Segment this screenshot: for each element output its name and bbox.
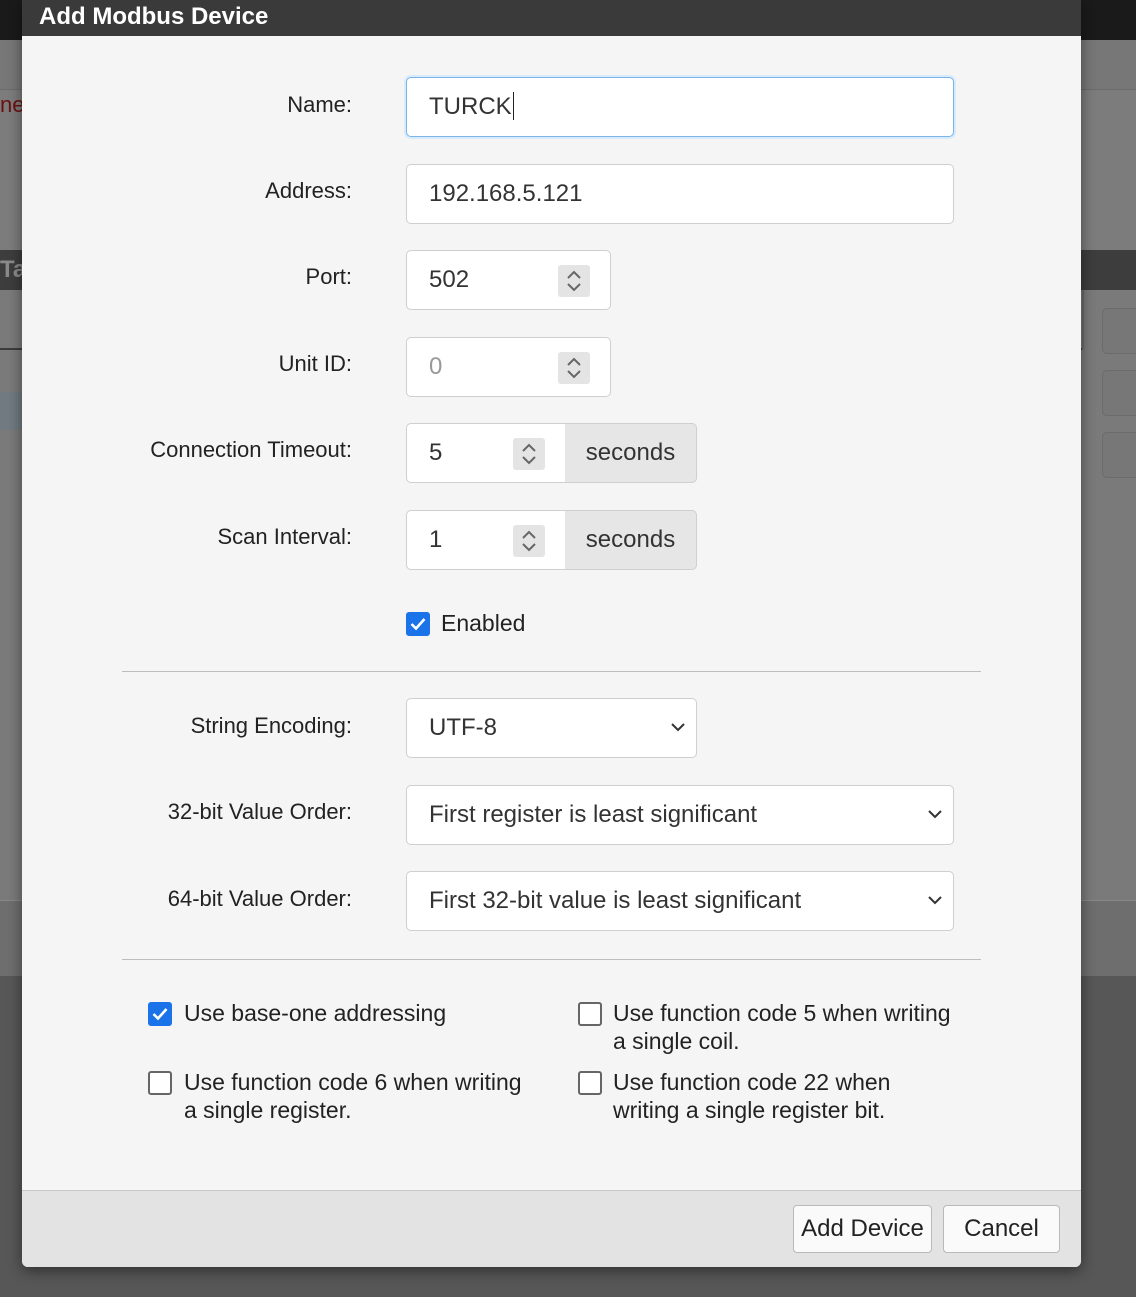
background-alert-text: ne bbox=[0, 92, 25, 117]
scan-interval-label: Scan Interval: bbox=[217, 524, 352, 549]
function-code-22-label-line: Use function code 22 when bbox=[613, 1069, 891, 1095]
enabled-label[interactable]: Enabled bbox=[441, 609, 525, 637]
unit-id-label: Unit ID: bbox=[278, 351, 352, 376]
unit-id-placeholder: 0 bbox=[429, 353, 443, 380]
value-order-32-value: First register is least significant bbox=[429, 801, 758, 828]
name-input-value: TURCK bbox=[429, 93, 512, 120]
base-one-addressing-checkbox[interactable] bbox=[148, 1002, 172, 1026]
address-input-value: 192.168.5.121 bbox=[429, 180, 583, 207]
port-input[interactable]: 502 bbox=[406, 250, 611, 310]
function-code-5-label-line: a single coil. bbox=[613, 1028, 740, 1054]
value-order-64-select[interactable]: First 32-bit value is least significant bbox=[406, 871, 954, 931]
spinner-arrows-icon bbox=[567, 270, 581, 292]
connection-timeout-unit: seconds bbox=[565, 423, 697, 483]
scan-interval-input[interactable]: 1 bbox=[406, 510, 566, 570]
add-device-button[interactable]: Add Device bbox=[793, 1205, 932, 1253]
cancel-button[interactable]: Cancel bbox=[943, 1205, 1060, 1253]
value-order-32-select[interactable]: First register is least significant bbox=[406, 785, 954, 845]
address-label: Address: bbox=[265, 178, 352, 203]
function-code-6-label[interactable]: Use function code 6 when writing a singl… bbox=[184, 1068, 522, 1124]
section-divider bbox=[122, 959, 981, 960]
spinner-arrows-icon bbox=[522, 443, 536, 465]
scan-interval-unit: seconds bbox=[565, 510, 697, 570]
background-selected-row bbox=[0, 392, 22, 430]
scan-interval-spinner[interactable] bbox=[513, 525, 545, 557]
enabled-checkbox[interactable] bbox=[406, 612, 430, 636]
string-encoding-select[interactable]: UTF-8 bbox=[406, 698, 697, 758]
background-side-button bbox=[1102, 370, 1136, 416]
section-divider bbox=[122, 671, 981, 672]
background-side-button bbox=[1102, 308, 1136, 354]
connection-timeout-value: 5 bbox=[429, 439, 443, 466]
dialog-title: Add Modbus Device bbox=[22, 0, 1081, 36]
function-code-22-checkbox[interactable] bbox=[578, 1071, 602, 1095]
function-code-5-label[interactable]: Use function code 5 when writing a singl… bbox=[613, 999, 951, 1055]
chevron-down-icon bbox=[928, 810, 942, 819]
unit-id-spinner[interactable] bbox=[558, 352, 590, 384]
text-cursor bbox=[512, 92, 514, 120]
background-divider-vertical bbox=[1082, 290, 1084, 350]
dialog-footer: Add Device Cancel bbox=[22, 1190, 1081, 1267]
address-input[interactable]: 192.168.5.121 bbox=[406, 164, 954, 224]
function-code-6-label-line: Use function code 6 when writing bbox=[184, 1069, 522, 1095]
chevron-down-icon bbox=[928, 896, 942, 905]
value-order-64-value: First 32-bit value is least significant bbox=[429, 887, 802, 914]
connection-timeout-spinner[interactable] bbox=[513, 438, 545, 470]
base-one-addressing-label[interactable]: Use base-one addressing bbox=[184, 999, 446, 1027]
spinner-arrows-icon bbox=[567, 357, 581, 379]
name-input[interactable]: TURCK bbox=[406, 77, 954, 137]
connection-timeout-input[interactable]: 5 bbox=[406, 423, 566, 483]
function-code-6-label-line: a single register. bbox=[184, 1097, 352, 1123]
function-code-22-label[interactable]: Use function code 22 when writing a sing… bbox=[613, 1068, 890, 1124]
port-label: Port: bbox=[305, 264, 352, 289]
port-input-value: 502 bbox=[429, 266, 470, 293]
chevron-down-icon bbox=[671, 723, 685, 732]
checkmark-icon bbox=[152, 1008, 168, 1021]
checkmark-icon bbox=[410, 618, 426, 631]
function-code-5-label-line: Use function code 5 when writing bbox=[613, 1000, 951, 1026]
name-label: Name: bbox=[287, 92, 352, 117]
string-encoding-label: String Encoding: bbox=[190, 713, 352, 738]
function-code-5-checkbox[interactable] bbox=[578, 1002, 602, 1026]
spinner-arrows-icon bbox=[522, 530, 536, 552]
scan-interval-value: 1 bbox=[429, 526, 443, 553]
value-order-32-label: 32-bit Value Order: bbox=[167, 799, 352, 824]
function-code-6-checkbox[interactable] bbox=[148, 1071, 172, 1095]
function-code-22-label-line: writing a single register bit. bbox=[613, 1097, 886, 1123]
unit-id-input[interactable]: 0 bbox=[406, 337, 611, 397]
value-order-64-label: 64-bit Value Order: bbox=[167, 886, 352, 911]
port-spinner[interactable] bbox=[558, 265, 590, 297]
connection-timeout-label: Connection Timeout: bbox=[150, 437, 352, 462]
string-encoding-value: UTF-8 bbox=[429, 714, 497, 741]
background-side-button bbox=[1102, 432, 1136, 478]
add-modbus-device-dialog: Add Modbus Device Name: TURCK Address: 1… bbox=[22, 0, 1081, 1267]
